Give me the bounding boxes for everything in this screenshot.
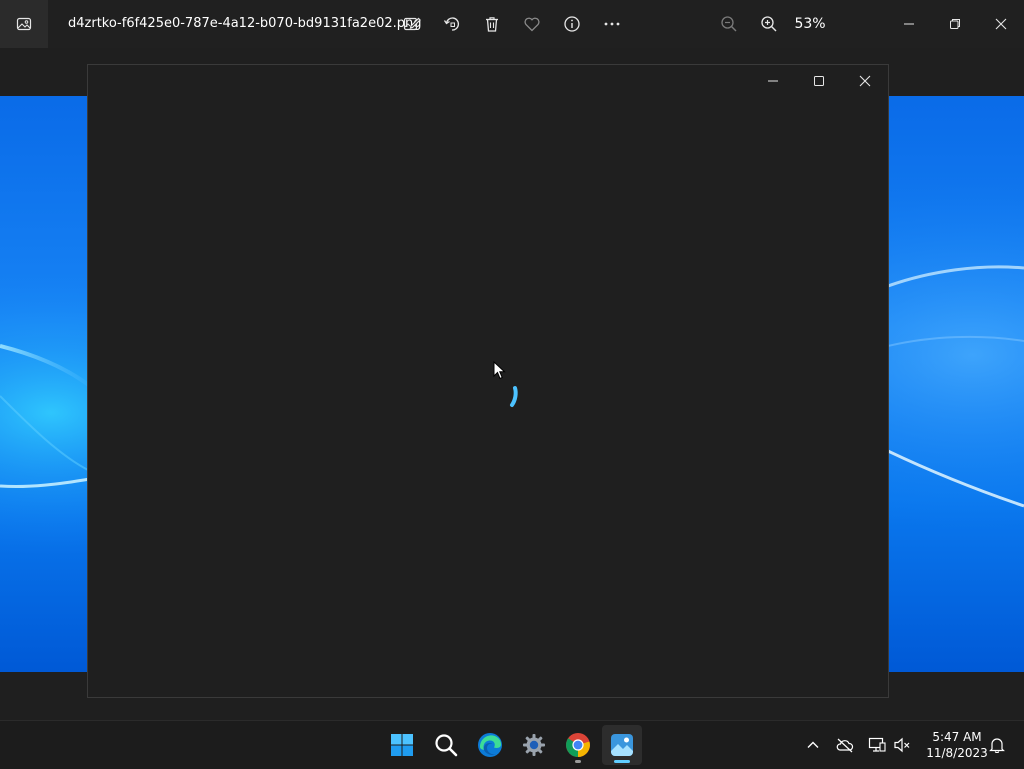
info-button[interactable] [556,0,588,48]
network-icon [868,737,886,752]
running-indicator [575,760,581,763]
close-icon [995,18,1007,30]
photos-button[interactable] [602,725,642,765]
edit-image-button[interactable] [396,0,428,48]
show-hidden-icons-button[interactable] [800,721,826,769]
volume-button[interactable] [889,721,915,769]
clock-date: 11/8/2023 [926,746,988,760]
favorite-icon [524,17,540,32]
zoom-in-icon [761,16,777,32]
taskbar: 5:47 AM 11/8/2023 [0,720,1024,768]
rotate-button[interactable] [436,0,468,48]
favorite-button[interactable] [516,0,548,48]
app-minimize-button[interactable] [886,0,932,48]
window-minimize-button[interactable] [750,65,796,97]
start-button[interactable] [382,725,422,765]
more-options-button[interactable] [596,0,628,48]
app-close-button[interactable] [978,0,1024,48]
onedrive-button[interactable] [832,721,858,769]
chrome-icon [566,733,590,757]
start-icon [391,734,413,756]
chevron-up-icon [807,741,819,748]
settings-button[interactable] [514,725,554,765]
zoom-out-button[interactable] [713,0,745,48]
search-icon [435,734,458,757]
settings-icon [523,734,545,756]
loading-spinner-icon [510,386,518,407]
minimize-icon [904,23,914,25]
edge-button[interactable] [470,725,510,765]
notifications-icon [989,738,1005,753]
zoom-out-icon [721,16,737,32]
onedrive-offline-icon [836,738,854,753]
more-options-icon [604,22,620,26]
search-button[interactable] [426,725,466,765]
mouse-cursor-icon [493,361,506,380]
maximize-icon [814,76,824,86]
notifications-button[interactable] [984,721,1010,769]
photos-app-icon [0,0,48,48]
clock-time: 5:47 AM [932,730,982,744]
window-maximize-button[interactable] [796,65,842,97]
photos-titlebar: d4zrtko-f6f425e0-787e-4a12-b070-bd9131fa… [0,0,1024,48]
info-icon [564,16,580,32]
restore-icon [950,19,960,29]
minimize-icon [768,80,778,82]
app-restore-button[interactable] [932,0,978,48]
photos-icon [611,734,633,756]
rotate-icon [443,17,460,31]
volume-muted-icon [894,737,910,753]
close-icon [859,75,871,87]
active-indicator [614,760,630,763]
chrome-button[interactable] [558,725,598,765]
zoom-in-button[interactable] [753,0,785,48]
delete-icon [486,17,498,32]
network-button[interactable] [864,721,890,769]
window-close-button[interactable] [842,65,888,97]
delete-button[interactable] [476,0,508,48]
edge-icon [478,733,502,757]
zoom-level[interactable]: 53% [790,0,830,48]
loading-window [87,64,889,698]
edit-image-icon [403,17,421,31]
file-name: d4zrtko-f6f425e0-787e-4a12-b070-bd9131fa… [68,16,422,31]
